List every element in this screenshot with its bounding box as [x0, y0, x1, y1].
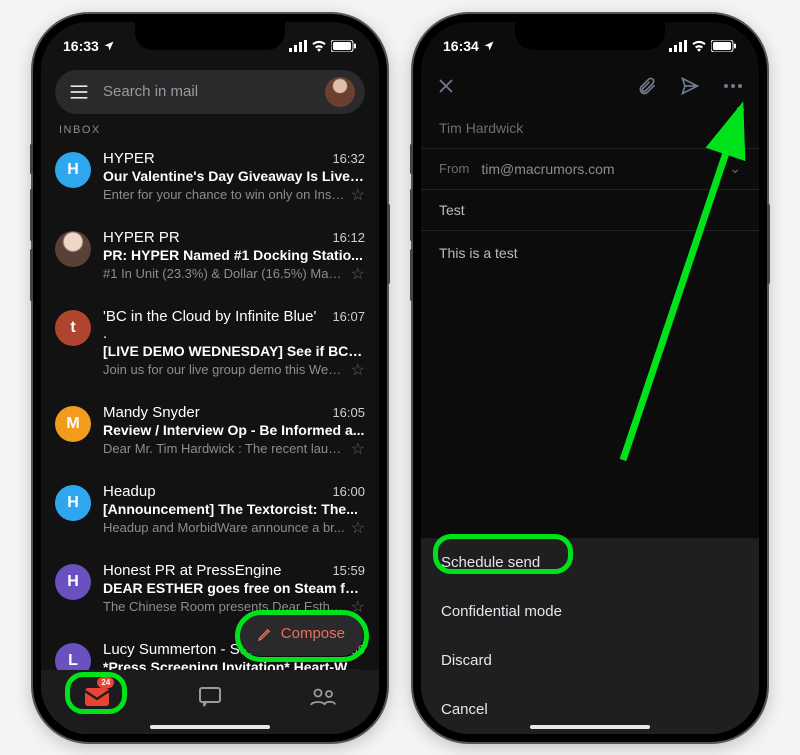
nav-mail[interactable]: 24: [77, 682, 117, 712]
star-icon[interactable]: ☆: [351, 597, 365, 617]
from-field[interactable]: From tim@macrumors.com ⌄: [421, 149, 759, 190]
mail-subject: DEAR ESTHER goes free on Steam for...: [103, 580, 365, 596]
screen-compose: 16:34 Tim Hardwick From tim@macrumors.co…: [421, 22, 759, 734]
mail-snippet: Enter for your chance to win only on Ins…: [103, 187, 345, 202]
mail-row[interactable]: H HYPER 16:32 Our Valentine's Day Giveaway …: [41, 142, 379, 221]
to-field[interactable]: Tim Hardwick: [421, 108, 759, 149]
star-icon[interactable]: ☆: [351, 185, 365, 205]
mail-time: 16:12: [332, 230, 365, 245]
sender-name: 'BC in the Cloud by Infinite Blue' .: [103, 308, 324, 342]
people-icon: [308, 687, 338, 707]
sender-name: Headup: [103, 483, 156, 500]
from-value: tim@macrumors.com: [481, 161, 614, 177]
option-schedule-send[interactable]: Schedule send: [421, 538, 759, 587]
home-indicator[interactable]: [530, 725, 650, 729]
sender-avatar: t: [55, 310, 91, 346]
battery-icon: [711, 40, 737, 52]
compose-body[interactable]: This is a test: [421, 231, 759, 275]
search-bar[interactable]: Search in mail: [55, 70, 365, 114]
wifi-icon: [311, 40, 327, 52]
mail-badge: 24: [97, 677, 114, 688]
sender-avatar: H: [55, 152, 91, 188]
sender-name: HYPER: [103, 150, 155, 167]
cellular-icon: [669, 40, 687, 52]
attach-icon[interactable]: [637, 76, 657, 96]
status-time: 16:34: [443, 38, 479, 54]
chevron-down-icon: ⌄: [729, 160, 741, 177]
option-confidential-mode[interactable]: Confidential mode: [421, 587, 759, 636]
pencil-icon: [257, 626, 273, 642]
action-sheet: Schedule send Confidential mode Discard …: [421, 538, 759, 734]
mail-subject: [LIVE DEMO WEDNESDAY] See if BC i...: [103, 343, 365, 359]
option-discard[interactable]: Discard: [421, 636, 759, 685]
mail-body: Headup 16:00 [Announcement] The Textorcist…: [103, 483, 365, 544]
mail-body: HYPER PR 16:12 PR: HYPER Named #1 Docking …: [103, 229, 365, 290]
wifi-icon: [691, 40, 707, 52]
mail-row[interactable]: t 'BC in the Cloud by Infinite Blue' . 16:…: [41, 300, 379, 396]
mail-snippet: Join us for our live group demo this Wed…: [103, 362, 345, 377]
sender-name: HYPER PR: [103, 229, 180, 246]
close-icon[interactable]: [437, 77, 455, 95]
sender-name: Mandy Snyder: [103, 404, 200, 421]
compose-toolbar: [421, 64, 759, 108]
sender-avatar: [55, 231, 91, 267]
compose-button[interactable]: Compose: [239, 612, 363, 656]
status-time: 16:33: [63, 38, 99, 54]
mail-subject: Review / Interview Op - Be Informed a...: [103, 422, 365, 438]
send-icon[interactable]: [679, 76, 701, 96]
star-icon[interactable]: ☆: [351, 518, 365, 538]
phone-frame-right: 16:34 Tim Hardwick From tim@macrumors.co…: [413, 14, 767, 742]
phone-frame-left: 16:33 Search in mail INBOX H HYPER 16:32 Ou…: [33, 14, 387, 742]
mail-time: 16:07: [332, 309, 365, 324]
notch: [515, 22, 665, 50]
account-avatar[interactable]: [325, 77, 355, 107]
location-icon: [103, 40, 115, 52]
battery-icon: [331, 40, 357, 52]
nav-chat[interactable]: [190, 682, 230, 712]
more-icon[interactable]: [723, 83, 743, 89]
subject-field[interactable]: Test: [421, 190, 759, 231]
menu-icon[interactable]: [69, 84, 89, 100]
star-icon[interactable]: ☆: [351, 360, 365, 380]
mail-snippet: Headup and MorbidWare announce a br...: [103, 520, 345, 535]
mail-body: Mandy Snyder 16:05 Review / Interview Op -…: [103, 404, 365, 465]
sender-avatar: H: [55, 485, 91, 521]
search-placeholder: Search in mail: [103, 83, 311, 100]
mail-row[interactable]: H Headup 16:00 [Announcement] The Textorcis…: [41, 475, 379, 554]
mail-row[interactable]: HYPER PR 16:12 PR: HYPER Named #1 Docking …: [41, 221, 379, 300]
mail-subject: [Announcement] The Textorcist: The...: [103, 501, 365, 517]
mail-time: 16:00: [332, 484, 365, 499]
location-icon: [483, 40, 495, 52]
from-label: From: [439, 161, 469, 176]
chat-icon: [198, 686, 222, 708]
mail-icon: [84, 687, 110, 707]
mail-snippet: #1 In Unit (23.3%) & Dollar (16.5%) Mark…: [103, 266, 345, 281]
sender-name: Honest PR at PressEngine: [103, 562, 281, 579]
section-label: INBOX: [59, 124, 379, 136]
cellular-icon: [289, 40, 307, 52]
mail-row[interactable]: M Mandy Snyder 16:05 Review / Interview Op …: [41, 396, 379, 475]
sender-avatar: H: [55, 564, 91, 600]
mail-body: 'BC in the Cloud by Infinite Blue' . 16:0…: [103, 308, 365, 386]
sender-avatar: M: [55, 406, 91, 442]
mail-time: 16:32: [332, 151, 365, 166]
mail-subject: Our Valentine's Day Giveaway Is Live!...: [103, 168, 365, 184]
nav-meet[interactable]: [303, 682, 343, 712]
mail-time: 16:05: [332, 405, 365, 420]
screen-inbox: 16:33 Search in mail INBOX H HYPER 16:32 Ou…: [41, 22, 379, 734]
star-icon[interactable]: ☆: [351, 264, 365, 284]
notch: [135, 22, 285, 50]
mail-snippet: Dear Mr. Tim Hardwick : The recent laun.…: [103, 441, 345, 456]
star-icon[interactable]: ☆: [351, 439, 365, 459]
mail-body: HYPER 16:32 Our Valentine's Day Giveaway I…: [103, 150, 365, 211]
compose-label: Compose: [281, 625, 345, 642]
mail-subject: PR: HYPER Named #1 Docking Statio...: [103, 247, 365, 263]
home-indicator[interactable]: [150, 725, 270, 729]
mail-time: 15:59: [332, 563, 365, 578]
